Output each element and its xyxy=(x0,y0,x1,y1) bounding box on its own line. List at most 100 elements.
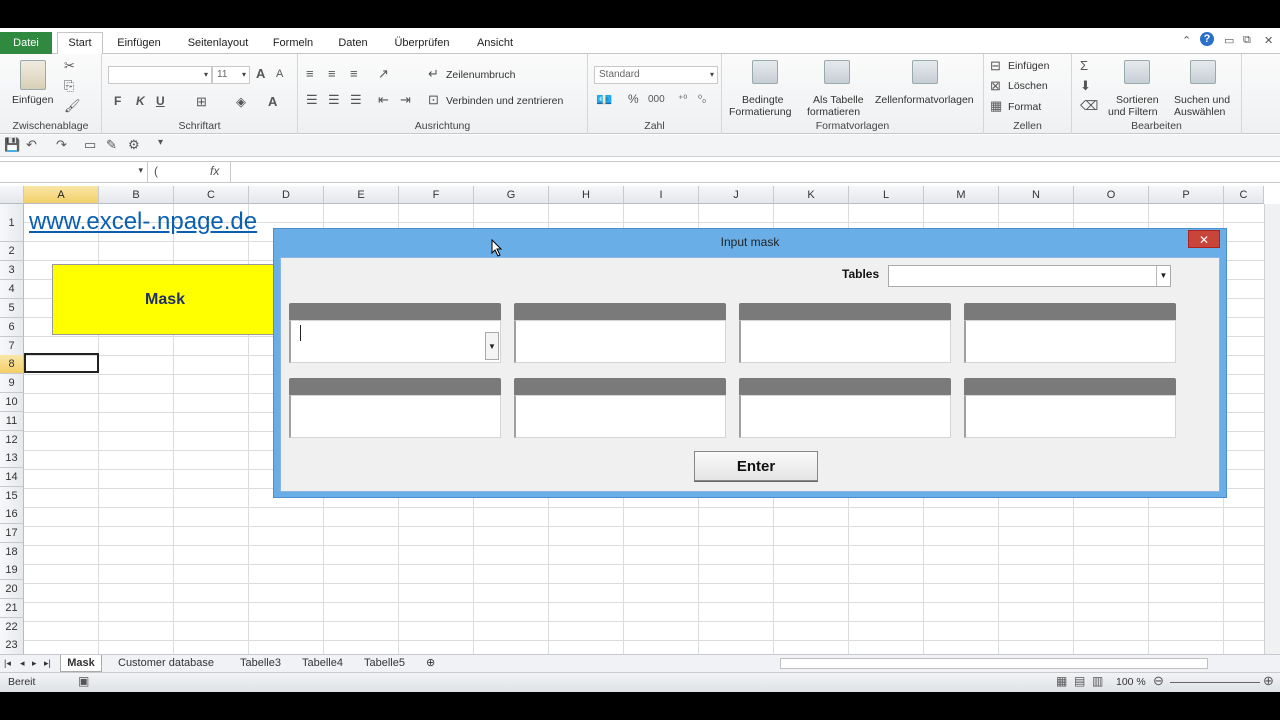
formula-input[interactable] xyxy=(230,162,1264,182)
autosum-icon[interactable]: Σ xyxy=(1080,58,1088,73)
bold-button[interactable]: F xyxy=(114,94,121,108)
field-4-input[interactable] xyxy=(964,320,1176,363)
field-8-input[interactable] xyxy=(964,395,1176,438)
clear-icon[interactable]: ⌫ xyxy=(1080,98,1098,114)
sheet-nav-last-icon[interactable]: ▸| xyxy=(44,655,51,672)
macro-record-icon[interactable]: ▣ xyxy=(78,674,89,688)
zoom-out-icon[interactable]: ⊖ xyxy=(1153,673,1164,689)
row-header[interactable]: 6 xyxy=(0,318,24,337)
paste-icon[interactable] xyxy=(20,60,46,90)
tab-review[interactable]: Überprüfen xyxy=(388,33,456,53)
format-as-table-line2[interactable]: formatieren xyxy=(807,106,860,118)
window-restore-icon[interactable]: ⧉ xyxy=(1243,34,1251,47)
sheet-tab-tabelle3[interactable]: Tabelle3 xyxy=(240,655,281,672)
find-select-icon[interactable] xyxy=(1190,60,1216,84)
zoom-in-icon[interactable]: ⊕ xyxy=(1263,673,1274,689)
tab-insert[interactable]: Einfügen xyxy=(112,33,166,53)
zoom-level[interactable]: 100 % xyxy=(1116,676,1146,688)
wrap-text-button[interactable]: Zeilenumbruch xyxy=(446,69,515,81)
row-header[interactable]: 2 xyxy=(0,242,24,261)
row-header[interactable]: 8 xyxy=(0,355,24,374)
name-box[interactable]: ▾ xyxy=(0,162,148,182)
paste-label[interactable]: Einfügen xyxy=(12,94,53,106)
align-bottom-icon[interactable]: ≡ xyxy=(350,66,358,81)
tab-view[interactable]: Ansicht xyxy=(470,33,520,53)
format-as-table-icon[interactable] xyxy=(824,60,850,84)
decrease-indent-icon[interactable]: ⇤ xyxy=(378,92,389,108)
undo-icon[interactable]: ↶ xyxy=(26,137,37,153)
row-header[interactable]: 15 xyxy=(0,487,24,506)
select-all-corner[interactable] xyxy=(0,186,24,204)
increase-indent-icon[interactable]: ⇥ xyxy=(400,92,411,108)
field-7-input[interactable] xyxy=(739,395,951,438)
window-close-icon[interactable]: ✕ xyxy=(1264,34,1273,47)
row-header[interactable]: 17 xyxy=(0,524,24,543)
normal-view-icon[interactable]: ▦ xyxy=(1056,674,1067,688)
mask-button[interactable]: Mask xyxy=(52,264,278,335)
page-layout-view-icon[interactable]: ▤ xyxy=(1074,674,1085,688)
row-header[interactable]: 9 xyxy=(0,374,24,393)
dialog-close-button[interactable]: ✕ xyxy=(1188,230,1220,248)
field-3-input[interactable] xyxy=(739,320,951,363)
format-cells-button[interactable]: Format xyxy=(1008,101,1041,113)
row-header[interactable]: 11 xyxy=(0,412,24,431)
find-select-line1[interactable]: Suchen und xyxy=(1174,94,1230,106)
align-top-icon[interactable]: ≡ xyxy=(306,66,314,81)
row-header[interactable]: 1 xyxy=(0,204,24,242)
vertical-scrollbar[interactable] xyxy=(1264,204,1280,654)
row-header[interactable]: 3 xyxy=(0,261,24,280)
row-header[interactable]: 12 xyxy=(0,431,24,450)
window-minimize-icon[interactable]: ▭ xyxy=(1224,34,1234,47)
orientation-icon[interactable]: ↗ xyxy=(378,66,389,82)
column-header[interactable]: H xyxy=(549,186,624,204)
row-header[interactable]: 18 xyxy=(0,543,24,562)
sheet-tab-tabelle5[interactable]: Tabelle5 xyxy=(364,655,405,672)
sheet-tab-mask[interactable]: Mask xyxy=(60,655,102,672)
horizontal-scrollbar[interactable] xyxy=(780,658,1208,669)
row-header[interactable]: 5 xyxy=(0,299,24,318)
column-header[interactable]: D xyxy=(249,186,324,204)
minimize-ribbon-icon[interactable]: ⌃ xyxy=(1182,34,1191,47)
row-header[interactable]: 10 xyxy=(0,393,24,412)
copy-icon[interactable]: ⎘ xyxy=(64,78,74,94)
cell-styles-icon[interactable] xyxy=(912,60,938,84)
field-1-combobox[interactable]: ▼ xyxy=(289,320,501,363)
row-header[interactable]: 23 xyxy=(0,636,24,655)
form-icon[interactable]: ▭ xyxy=(84,137,96,153)
field-5-input[interactable] xyxy=(289,395,501,438)
field-2-input[interactable] xyxy=(514,320,726,363)
column-header[interactable]: P xyxy=(1149,186,1224,204)
column-header[interactable]: I xyxy=(624,186,699,204)
wrap-text-icon[interactable]: ↵ xyxy=(428,66,439,82)
column-header[interactable]: L xyxy=(849,186,924,204)
merge-center-icon[interactable]: ⊡ xyxy=(428,92,439,108)
field-6-input[interactable] xyxy=(514,395,726,438)
column-header[interactable]: C xyxy=(174,186,249,204)
underline-button[interactable]: U xyxy=(156,94,165,108)
font-size-combo[interactable]: 11 ▾ xyxy=(212,66,250,84)
column-header[interactable]: F xyxy=(399,186,474,204)
column-header[interactable]: J xyxy=(699,186,774,204)
page-break-view-icon[interactable]: ▥ xyxy=(1092,674,1103,688)
format-cells-icon[interactable]: ▦ xyxy=(990,98,1002,114)
column-header[interactable]: K xyxy=(774,186,849,204)
fill-icon[interactable]: ⬇ xyxy=(1080,78,1091,94)
new-sheet-icon[interactable]: ⊕ xyxy=(426,655,435,672)
enter-button[interactable]: Enter xyxy=(694,451,818,481)
row-header[interactable]: 20 xyxy=(0,580,24,599)
font-name-combo[interactable]: ▾ xyxy=(108,66,212,84)
percent-icon[interactable]: % xyxy=(628,92,639,106)
column-header[interactable]: G xyxy=(474,186,549,204)
row-header[interactable]: 7 xyxy=(0,337,24,356)
delete-cells-icon[interactable]: ⊠ xyxy=(990,78,1001,94)
align-right-icon[interactable]: ☰ xyxy=(350,92,362,108)
tab-formulas[interactable]: Formeln xyxy=(268,33,318,53)
tab-start[interactable]: Start xyxy=(57,32,103,55)
settings-icon[interactable]: ⚙ xyxy=(128,137,140,153)
borders-icon[interactable]: ⊞ xyxy=(196,94,207,110)
sort-filter-line1[interactable]: Sortieren xyxy=(1116,94,1159,106)
conditional-formatting-line2[interactable]: Formatierung xyxy=(729,106,791,118)
row-header[interactable]: 22 xyxy=(0,618,24,637)
help-icon[interactable]: ? xyxy=(1200,32,1214,46)
format-as-table-line1[interactable]: Als Tabelle xyxy=(813,94,864,106)
